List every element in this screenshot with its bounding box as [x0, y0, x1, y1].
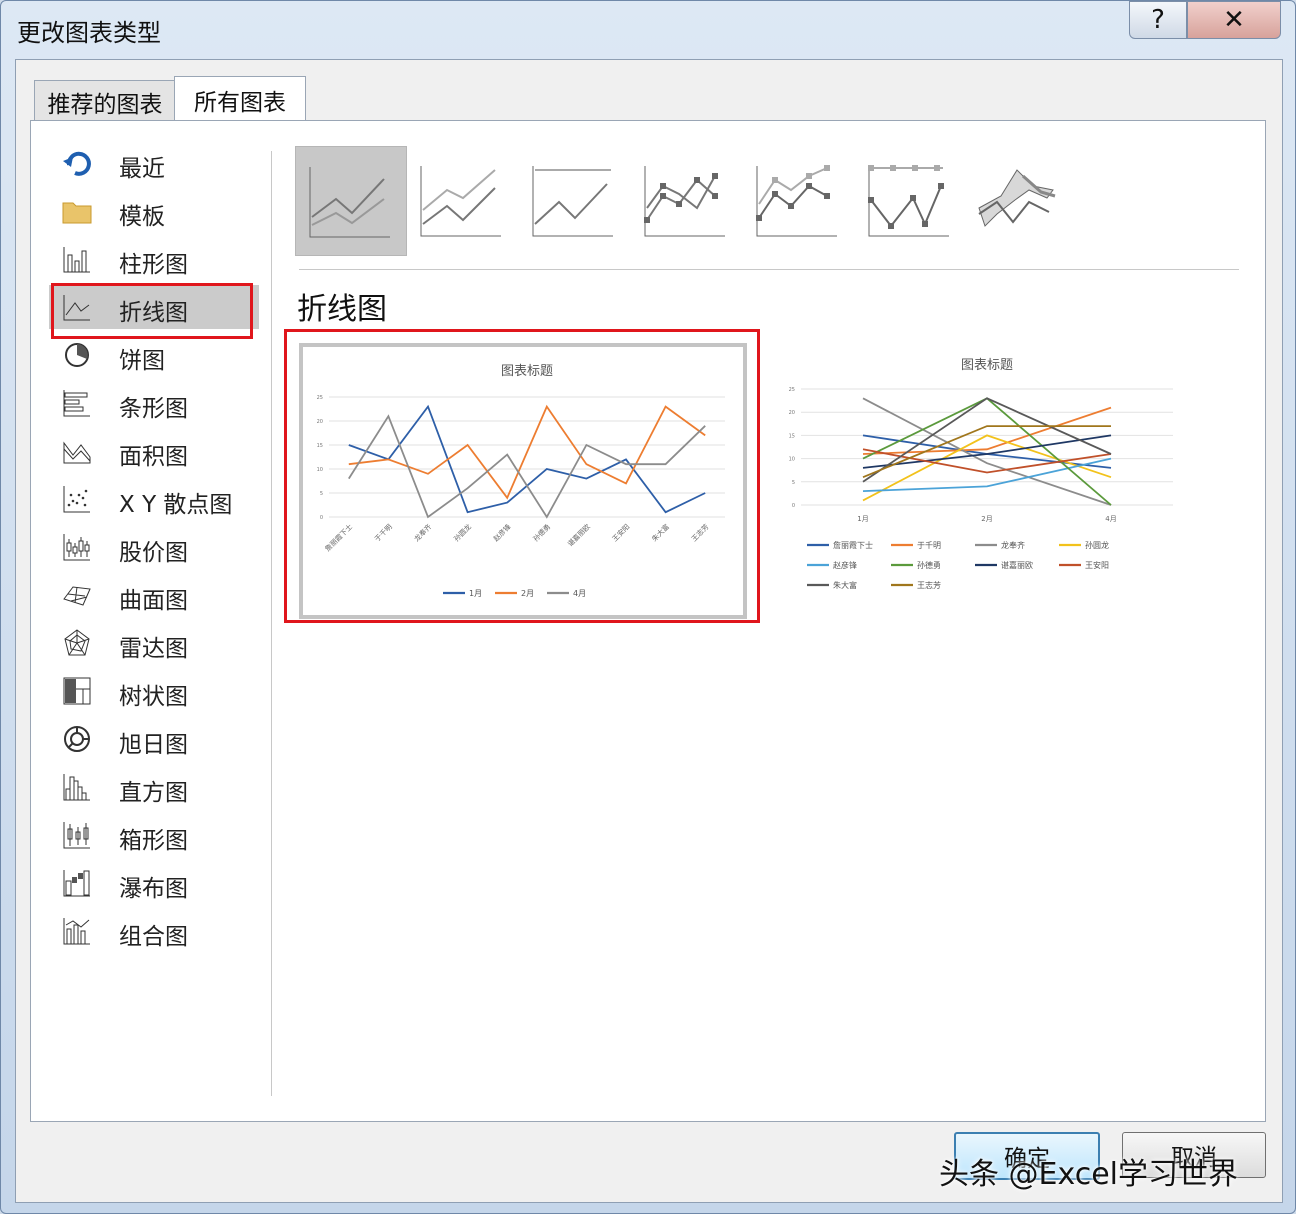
percent-stacked-line-markers-subtype-icon[interactable] — [855, 146, 965, 254]
change-chart-type-dialog: 更改图表类型 ? ✕ 推荐的图表 所有图表 最近模板柱形图折线图饼图条形图面积图… — [0, 0, 1296, 1214]
chart-type-item[interactable]: 饼图 — [49, 333, 259, 377]
y-tick-label: 5 — [792, 480, 795, 486]
y-tick-label: 0 — [792, 503, 795, 509]
help-button[interactable]: ? — [1129, 1, 1187, 39]
chart-preview-2-svg: 图表标题 25 20 15 10 5 0 1月 2月 4月詹丽霞下士 于千明 龙奉齐 孙圆龙赵彦锋 孙德勇… — [789, 358, 1173, 590]
dialog-title: 更改图表类型 — [17, 19, 161, 47]
x-tick-label: 4月 — [1105, 515, 1116, 523]
chart-type-label: 雷达图 — [119, 636, 188, 662]
series-line — [862, 406, 1112, 455]
chart-type-item[interactable]: 模板 — [49, 189, 259, 233]
sunburst-chart-icon — [61, 723, 93, 755]
chart-type-item[interactable]: 直方图 — [49, 765, 259, 809]
chart-type-item[interactable]: 雷达图 — [49, 621, 259, 665]
tab-recommended-charts[interactable]: 推荐的图表 — [34, 80, 176, 123]
tab-all-charts[interactable]: 所有图表 — [174, 76, 306, 123]
chart-type-item[interactable]: 曲面图 — [49, 573, 259, 617]
pie-chart-icon — [61, 339, 93, 371]
line-subtype-icon[interactable] — [295, 146, 407, 256]
radar-chart-icon — [61, 627, 93, 659]
chart-preview-2[interactable]: 图表标题 25 20 15 10 5 0 1月 2月 4月詹丽霞下士 于千明 龙奉齐 孙圆龙赵彦锋 孙德勇… — [761, 345, 1185, 607]
folder-icon — [61, 195, 93, 227]
legend-label: 王志芳 — [917, 580, 941, 590]
chart-type-label: 饼图 — [119, 348, 165, 374]
y-tick-label: 15 — [789, 433, 795, 439]
close-button[interactable]: ✕ — [1187, 1, 1281, 39]
legend-label: 王安阳 — [1085, 560, 1109, 570]
treemap-chart-icon — [61, 675, 93, 707]
chart-type-label: 条形图 — [119, 396, 188, 422]
divider — [299, 269, 1239, 270]
x-tick-label: 2月 — [981, 515, 992, 523]
chart-title: 图表标题 — [961, 358, 1013, 373]
divider — [271, 151, 272, 1096]
scatter-chart-icon — [61, 483, 93, 515]
y-tick-label: 20 — [789, 410, 795, 416]
legend-label: 孙圆龙 — [1085, 540, 1109, 550]
combo-chart-icon — [61, 915, 93, 947]
chart-type-label: 树状图 — [119, 684, 188, 710]
chart-type-item[interactable]: 组合图 — [49, 909, 259, 953]
chart-type-item[interactable]: 树状图 — [49, 669, 259, 713]
chart-type-label: 柱形图 — [119, 252, 188, 278]
chart-type-item[interactable]: 股价图 — [49, 525, 259, 569]
chart-type-item[interactable]: 面积图 — [49, 429, 259, 473]
surface-chart-icon — [61, 579, 93, 611]
legend-label: 龙奉齐 — [1001, 540, 1025, 550]
y-tick-label: 10 — [789, 457, 795, 463]
chart-type-label: 箱形图 — [119, 828, 188, 854]
line-with-markers-subtype-icon[interactable] — [631, 146, 741, 254]
chart-type-item[interactable]: 柱形图 — [49, 237, 259, 281]
3d-line-subtype-icon[interactable] — [967, 146, 1077, 254]
legend-label: 赵彦锋 — [833, 560, 857, 570]
chart-type-label: 最近 — [119, 156, 165, 182]
chart-type-label: 面积图 — [119, 444, 188, 470]
bar-chart-icon — [61, 387, 93, 419]
legend-label: 孙德勇 — [917, 560, 941, 570]
percent-stacked-line-subtype-icon[interactable] — [519, 146, 629, 254]
chart-type-item[interactable]: X Y 散点图 — [49, 477, 259, 521]
chart-type-label: 曲面图 — [119, 588, 188, 614]
selected-type-highlight — [51, 283, 253, 339]
chart-type-item[interactable]: 箱形图 — [49, 813, 259, 857]
histogram-chart-icon — [61, 771, 93, 803]
chart-type-item[interactable]: 瀑布图 — [49, 861, 259, 905]
watermark: 头条 @Excel学习世界 — [939, 1157, 1239, 1192]
x-tick-label: 1月 — [857, 515, 868, 523]
series-line — [862, 425, 1111, 479]
area-chart-icon — [61, 435, 93, 467]
selected-preview-highlight — [284, 329, 760, 623]
stacked-line-subtype-icon[interactable] — [407, 146, 517, 254]
all-charts-panel: 最近模板柱形图折线图饼图条形图面积图 X Y 散点图 股价图曲面图雷达图树状图旭日图… — [30, 120, 1266, 1122]
dialog-body: 推荐的图表 所有图表 最近模板柱形图折线图饼图条形图面积图 X Y 散点图 股价图曲… — [15, 59, 1283, 1203]
stacked-line-markers-subtype-icon[interactable] — [743, 146, 853, 254]
box-whisker-chart-icon — [61, 819, 93, 851]
legend-label: 朱大富 — [833, 580, 857, 590]
chart-type-label: X Y 散点图 — [119, 492, 233, 518]
chart-type-item[interactable]: 旭日图 — [49, 717, 259, 761]
column-chart-icon — [61, 243, 93, 275]
chart-type-item[interactable]: 条形图 — [49, 381, 259, 425]
stock-chart-icon — [61, 531, 93, 563]
waterfall-chart-icon — [61, 867, 93, 899]
legend-label: 于千明 — [917, 540, 941, 550]
chart-type-label: 瀑布图 — [119, 876, 188, 902]
legend-label: 詹丽霞下士 — [833, 540, 873, 550]
series-line — [862, 434, 1112, 502]
chart-type-label: 股价图 — [119, 540, 188, 566]
y-tick-label: 25 — [789, 387, 795, 393]
legend-label: 谌嘉丽欧 — [1001, 560, 1033, 570]
chart-type-label: 组合图 — [119, 924, 188, 950]
chart-type-label: 旭日图 — [119, 732, 188, 758]
chart-type-label: 直方图 — [119, 780, 188, 806]
caption-buttons: ? ✕ — [1129, 1, 1281, 39]
subtype-section-title: 折线图 — [297, 292, 387, 327]
chart-type-label: 模板 — [119, 204, 165, 230]
chart-type-item[interactable]: 最近 — [49, 141, 259, 185]
recent-icon — [61, 147, 93, 179]
